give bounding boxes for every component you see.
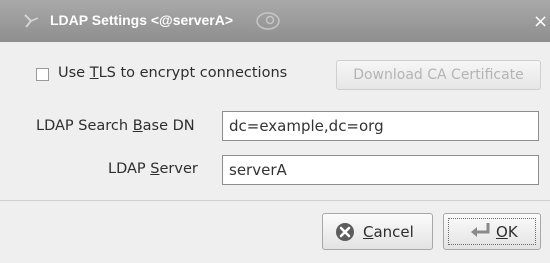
base-dn-label-pre: LDAP Search <box>36 118 133 134</box>
ok-mnemonic: O <box>496 223 508 241</box>
suse-swirl-icon <box>255 11 281 31</box>
tls-label-mnemonic: T <box>89 65 99 81</box>
cancel-mnemonic: C <box>363 223 374 241</box>
ok-button[interactable]: OK <box>443 213 541 250</box>
cancel-button[interactable]: Cancel <box>322 213 433 250</box>
window-title: LDAP Settings <@serverA> <box>50 12 234 28</box>
base-dn-input[interactable]: dc=example,dc=org <box>222 111 539 141</box>
base-dn-label-mnemonic: B <box>132 118 143 134</box>
base-dn-label-post: ase DN <box>142 118 195 134</box>
ok-label-rest: K <box>507 223 518 241</box>
cancel-icon <box>335 222 355 242</box>
server-input[interactable]: serverA <box>222 155 539 185</box>
focus-ring <box>448 218 536 245</box>
cancel-label: Cancel <box>363 223 414 241</box>
cancel-label-rest: ancel <box>373 223 414 241</box>
server-label-pre: LDAP <box>108 161 151 177</box>
dialog-content: Use TLS to encrypt connections Download … <box>0 42 550 263</box>
tls-checkbox-label[interactable]: Use TLS to encrypt connections <box>58 65 287 81</box>
server-label-post: erver <box>159 161 198 177</box>
server-label: LDAP Server <box>108 161 198 177</box>
tls-label-post: LS to encrypt connections <box>98 65 288 81</box>
ok-label: OK <box>496 223 518 241</box>
ldap-settings-dialog: LDAP Settings <@serverA> × Use TLS to en… <box>0 0 550 263</box>
title-bar[interactable]: LDAP Settings <@serverA> × <box>0 0 550 42</box>
tls-label-pre: Use <box>58 65 90 81</box>
tls-checkbox[interactable] <box>36 68 49 81</box>
ok-return-icon <box>468 220 492 242</box>
window-menu-icon[interactable] <box>22 12 42 32</box>
base-dn-label: LDAP Search Base DN <box>36 118 195 134</box>
close-icon[interactable]: × <box>533 11 548 32</box>
download-ca-certificate-button[interactable]: Download CA Certificate <box>336 60 541 90</box>
button-separator <box>0 200 550 201</box>
